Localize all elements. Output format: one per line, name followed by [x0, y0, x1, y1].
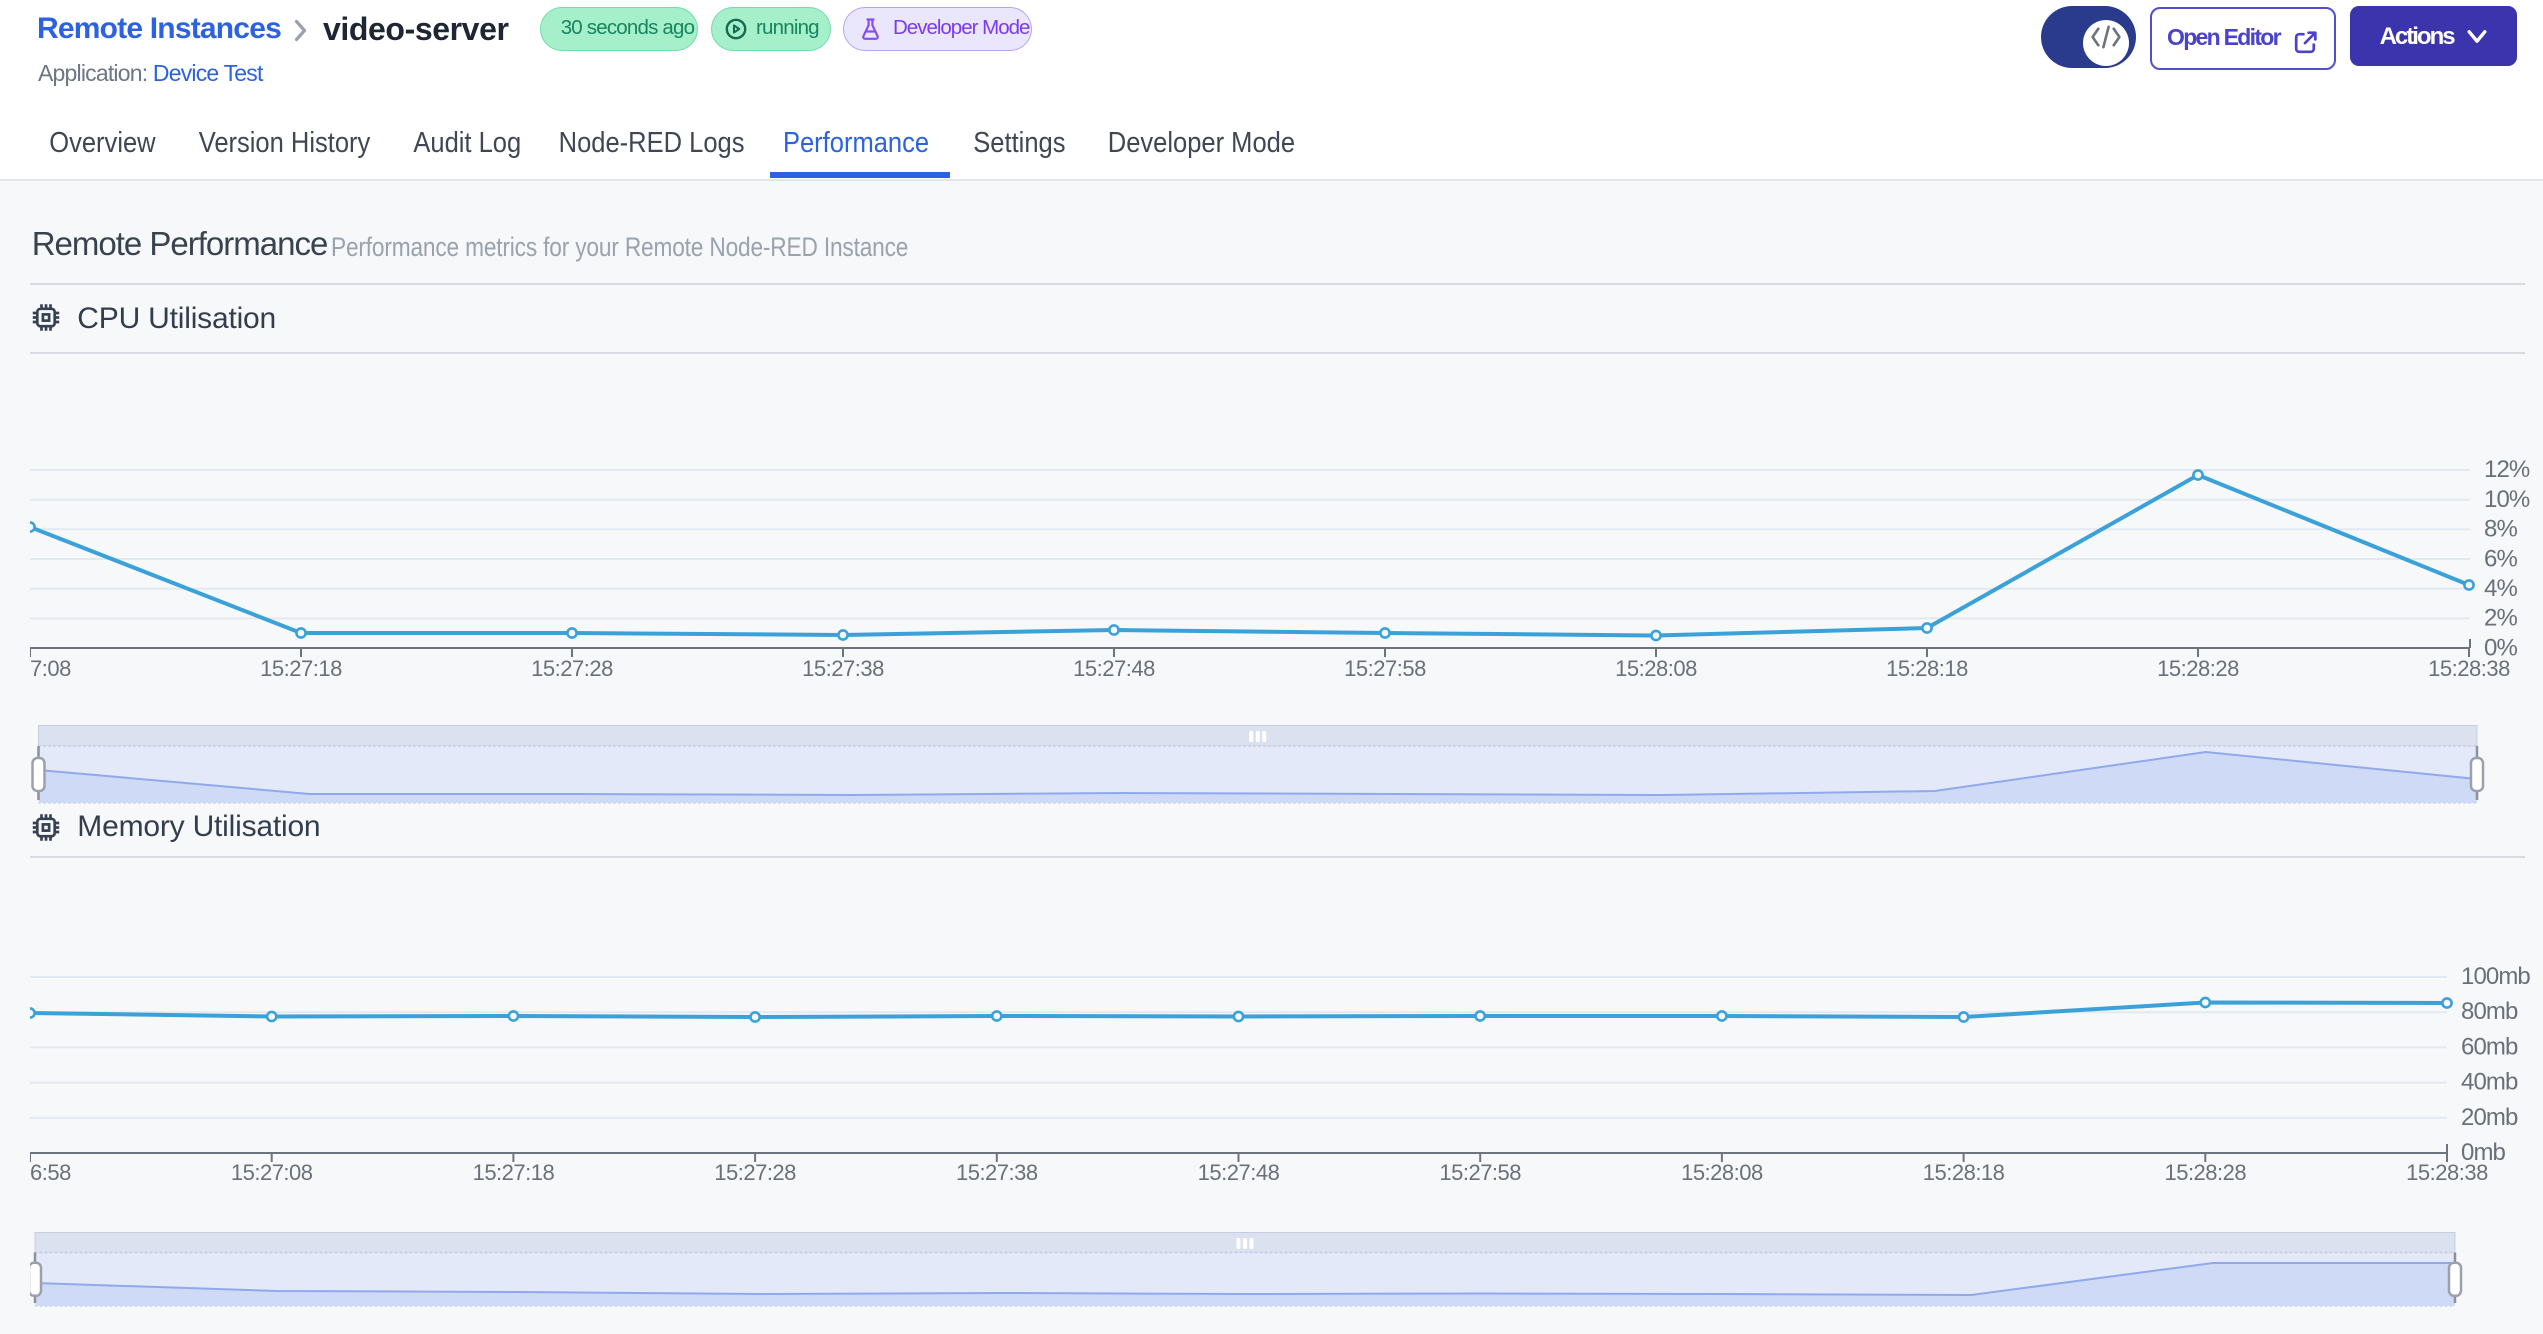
svg-text:15:27:08: 15:27:08	[231, 1160, 313, 1185]
svg-text:15:28:28: 15:28:28	[2164, 1160, 2246, 1185]
svg-text:12%: 12%	[2484, 456, 2530, 483]
svg-text:40mb: 40mb	[2461, 1069, 2518, 1096]
svg-text:6%: 6%	[2484, 545, 2517, 572]
svg-text:15:27:18: 15:27:18	[260, 656, 342, 681]
svg-text:15:28:08: 15:28:08	[1681, 1160, 1763, 1185]
svg-text:15:27:28: 15:27:28	[531, 656, 613, 681]
svg-text:15:28:18: 15:28:18	[1923, 1160, 2005, 1185]
svg-text:0mb: 0mb	[2461, 1139, 2506, 1166]
svg-text:15:27:38: 15:27:38	[802, 656, 884, 681]
svg-text:15:28:18: 15:28:18	[1886, 656, 1968, 681]
svg-text:15:27:58: 15:27:58	[1439, 1160, 1521, 1185]
svg-text:15:28:08: 15:28:08	[1615, 656, 1697, 681]
svg-text:20mb: 20mb	[2461, 1104, 2518, 1131]
svg-text:15:27:38: 15:27:38	[956, 1160, 1038, 1185]
svg-text:8%: 8%	[2484, 516, 2517, 543]
svg-text:15:27:18: 15:27:18	[473, 1160, 555, 1185]
svg-text:100mb: 100mb	[2461, 963, 2530, 990]
svg-text:10%: 10%	[2484, 486, 2530, 513]
svg-text:15:27:58: 15:27:58	[1344, 656, 1426, 681]
svg-text:15:27:28: 15:27:28	[714, 1160, 796, 1185]
svg-text:0%: 0%	[2484, 634, 2517, 661]
svg-text:15:28:28: 15:28:28	[2157, 656, 2239, 681]
svg-text:15:27:08: 15:27:08	[30, 656, 71, 681]
svg-text:4%: 4%	[2484, 575, 2517, 602]
svg-text:60mb: 60mb	[2461, 1033, 2518, 1060]
svg-text:15:26:58: 15:26:58	[30, 1160, 71, 1185]
svg-text:15:27:48: 15:27:48	[1198, 1160, 1280, 1185]
svg-text:15:27:48: 15:27:48	[1073, 656, 1155, 681]
svg-text:80mb: 80mb	[2461, 998, 2518, 1025]
svg-text:2%: 2%	[2484, 605, 2517, 632]
